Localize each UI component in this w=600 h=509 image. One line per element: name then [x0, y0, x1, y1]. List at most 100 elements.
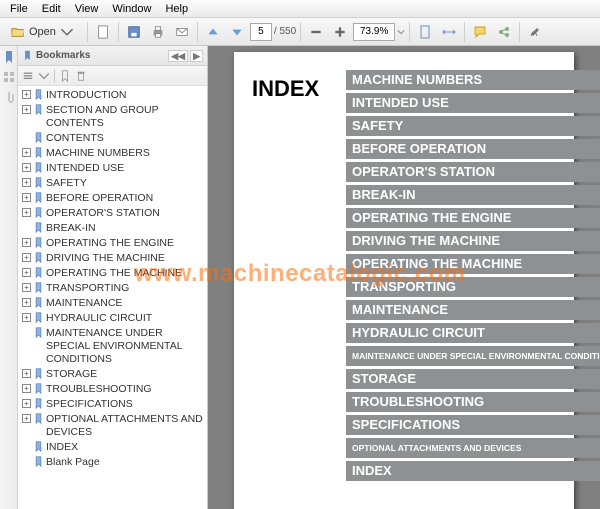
- page-down-button[interactable]: [226, 21, 248, 43]
- bookmark-item[interactable]: +OPERATING THE MACHINE: [22, 266, 205, 281]
- bookmark-label: TRANSPORTING: [46, 282, 205, 295]
- menu-view[interactable]: View: [69, 2, 105, 16]
- bookmark-item[interactable]: +SECTION AND GROUP CONTENTS: [22, 103, 205, 131]
- expand-toggle[interactable]: +: [22, 148, 31, 157]
- left-rail: [0, 46, 18, 509]
- bookmark-item[interactable]: MAINTENANCE UNDER SPECIAL ENVIRONMENTAL …: [22, 326, 205, 367]
- bookmark-item[interactable]: + TRANSPORTING: [22, 281, 205, 296]
- sign-button[interactable]: [524, 21, 546, 43]
- bookmarks-rail-icon[interactable]: [2, 50, 16, 64]
- options-icon[interactable]: [22, 70, 34, 82]
- fit-width-button[interactable]: [438, 21, 460, 43]
- index-entry: HYDRAULIC CIRCUIT: [346, 323, 600, 343]
- expand-toggle[interactable]: +: [22, 384, 31, 393]
- expand-toggle[interactable]: +: [22, 313, 31, 322]
- bookmark-item[interactable]: Blank Page: [22, 455, 205, 470]
- bookmark-item[interactable]: +STORAGE: [22, 367, 205, 382]
- expand-toggle: [22, 442, 31, 451]
- expand-toggle[interactable]: +: [22, 163, 31, 172]
- bookmark-item[interactable]: +MACHINE NUMBERS: [22, 146, 205, 161]
- bookmark-icon: [33, 207, 44, 218]
- zoom-input[interactable]: [353, 23, 395, 41]
- save-button[interactable]: [123, 21, 145, 43]
- thumbnails-rail-icon[interactable]: [2, 70, 16, 84]
- bookmark-item[interactable]: +DRIVING THE MACHINE: [22, 251, 205, 266]
- bookmark-icon: [33, 297, 44, 308]
- bookmark-label: BEFORE OPERATION: [46, 192, 205, 205]
- zoom-in-button[interactable]: [329, 21, 351, 43]
- bookmark-item[interactable]: + BEFORE OPERATION: [22, 191, 205, 206]
- attachments-rail-icon[interactable]: [2, 90, 16, 104]
- chevron-down-icon[interactable]: [397, 28, 405, 36]
- expand-toggle[interactable]: +: [22, 238, 31, 247]
- bookmark-item[interactable]: +OPERATING THE ENGINE: [22, 236, 205, 251]
- bookmark-icon: [33, 89, 44, 100]
- expand-toggle[interactable]: +: [22, 298, 31, 307]
- index-entry: OPERATING THE ENGINE: [346, 208, 600, 228]
- bookmarks-tree[interactable]: +INTRODUCTION+SECTION AND GROUP CONTENTS…: [18, 86, 207, 509]
- fit-page-icon: [418, 25, 432, 39]
- bookmark-icon: [22, 50, 33, 61]
- page-number-input[interactable]: [250, 23, 272, 41]
- bookmark-item[interactable]: + OPERATOR'S STATION: [22, 206, 205, 221]
- menu-edit[interactable]: Edit: [36, 2, 67, 16]
- bookmark-item[interactable]: BREAK-IN: [22, 221, 205, 236]
- bookmark-item[interactable]: +SAFETY: [22, 176, 205, 191]
- new-bookmark-icon[interactable]: [59, 70, 71, 82]
- bookmark-item[interactable]: +INTENDED USE: [22, 161, 205, 176]
- bookmark-icon: [33, 383, 44, 394]
- expand-toggle[interactable]: +: [22, 178, 31, 187]
- expand-toggle[interactable]: +: [22, 268, 31, 277]
- bookmark-icon: [33, 456, 44, 467]
- fit-width-icon: [442, 25, 456, 39]
- bookmark-item[interactable]: +MAINTENANCE: [22, 296, 205, 311]
- bookmark-item[interactable]: +HYDRAULIC CIRCUIT: [22, 311, 205, 326]
- bookmark-icon: [33, 441, 44, 452]
- bookmark-item[interactable]: + TROUBLESHOOTING: [22, 382, 205, 397]
- bookmark-icon: [33, 222, 44, 233]
- menu-help[interactable]: Help: [159, 2, 194, 16]
- bookmark-item[interactable]: CONTENTS: [22, 131, 205, 146]
- delete-bookmark-icon[interactable]: [75, 70, 87, 82]
- bookmark-label: OPERATOR'S STATION: [46, 207, 205, 220]
- print-button[interactable]: [147, 21, 169, 43]
- bookmark-item[interactable]: +INTRODUCTION: [22, 88, 205, 103]
- expand-toggle[interactable]: +: [22, 283, 31, 292]
- chevron-down-icon[interactable]: [38, 70, 50, 82]
- index-entry: BEFORE OPERATION: [346, 139, 600, 159]
- bookmark-item[interactable]: +OPTIONAL ATTACHMENTS AND DEVICES: [22, 412, 205, 440]
- page-up-button[interactable]: [202, 21, 224, 43]
- expand-toggle[interactable]: +: [22, 105, 31, 114]
- bookmark-item[interactable]: INDEX: [22, 440, 205, 455]
- bookmark-label: TROUBLESHOOTING: [46, 383, 205, 396]
- share-icon: [497, 25, 511, 39]
- open-button[interactable]: Open: [2, 21, 83, 43]
- expand-toggle[interactable]: +: [22, 90, 31, 99]
- menu-bar: File Edit View Window Help: [0, 0, 600, 18]
- index-entry: MAINTENANCE: [346, 300, 600, 320]
- fit-page-button[interactable]: [414, 21, 436, 43]
- document-viewport[interactable]: INDEX MACHINE NUMBERSINTENDED USESAFETYB…: [208, 46, 600, 509]
- panel-close-button[interactable]: ▶: [190, 50, 203, 62]
- bookmarks-panel: Bookmarks ◀◀ ▶ +INTRODUCTION+SECTION AND…: [18, 46, 208, 509]
- plus-icon: [333, 25, 347, 39]
- expand-toggle[interactable]: +: [22, 253, 31, 262]
- expand-toggle[interactable]: +: [22, 208, 31, 217]
- menu-window[interactable]: Window: [106, 2, 157, 16]
- comment-button[interactable]: [469, 21, 491, 43]
- panel-collapse-button[interactable]: ◀◀: [168, 50, 188, 62]
- zoom-out-button[interactable]: [305, 21, 327, 43]
- email-button[interactable]: [171, 21, 193, 43]
- index-entry: BREAK-IN: [346, 185, 600, 205]
- expand-toggle[interactable]: +: [22, 369, 31, 378]
- toolbar: Open / 550: [0, 18, 600, 46]
- share-button[interactable]: [493, 21, 515, 43]
- bookmark-icon: [33, 252, 44, 263]
- create-pdf-button[interactable]: [92, 21, 114, 43]
- expand-toggle[interactable]: +: [22, 414, 31, 423]
- menu-file[interactable]: File: [4, 2, 34, 16]
- bookmark-icon: [33, 237, 44, 248]
- bookmark-item[interactable]: +SPECIFICATIONS: [22, 397, 205, 412]
- expand-toggle[interactable]: +: [22, 193, 31, 202]
- expand-toggle[interactable]: +: [22, 399, 31, 408]
